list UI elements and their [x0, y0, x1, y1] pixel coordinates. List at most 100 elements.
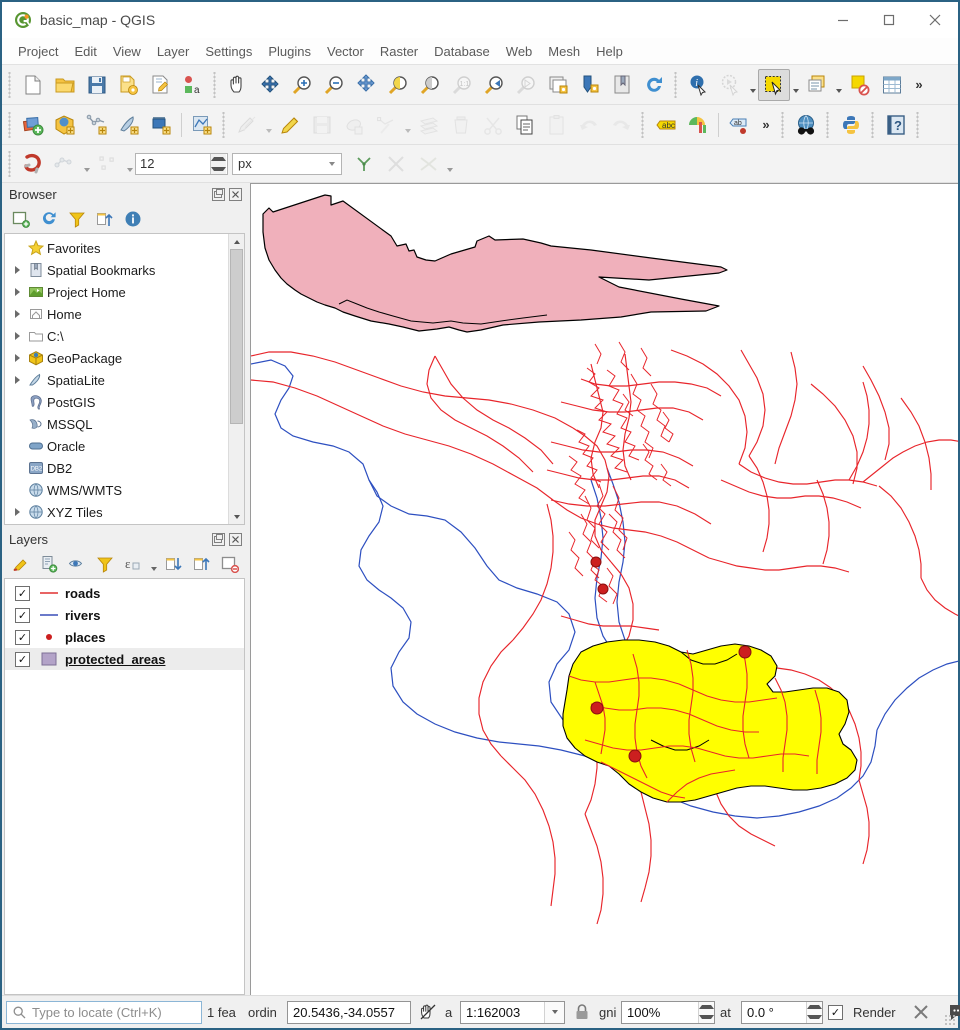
current-edits-icon[interactable] [231, 109, 263, 141]
expander[interactable] [9, 266, 25, 274]
select-value-icon[interactable] [801, 69, 833, 101]
rotation-up[interactable] [807, 1002, 822, 1013]
paste-features-icon[interactable] [541, 109, 573, 141]
deselect-features-icon[interactable] [844, 69, 876, 101]
help-contents-icon[interactable]: ? [880, 109, 912, 141]
browser-item-postgis[interactable]: PostGIS [5, 391, 228, 413]
open-attribute-table-icon[interactable] [876, 69, 908, 101]
self-snapping-dropdown[interactable] [444, 149, 455, 179]
snapping-tolerance-up[interactable] [211, 154, 226, 164]
toolbar-overflow-button[interactable]: » [908, 70, 930, 100]
stop-render-icon[interactable] [909, 1000, 933, 1024]
show-bookmarks-icon[interactable] [606, 69, 638, 101]
expander[interactable] [9, 376, 25, 384]
toolbar-handle[interactable] [212, 72, 219, 98]
browser-item-wms-wmts[interactable]: WMS/WMTS [5, 479, 228, 501]
layer-visibility-checkbox[interactable]: ✓ [15, 608, 30, 623]
metasearch-icon[interactable] [790, 109, 822, 141]
manage-visibility-icon[interactable] [64, 551, 90, 577]
scrollbar-thumb[interactable] [230, 249, 243, 424]
copy-features-icon[interactable] [509, 109, 541, 141]
expression-filter-icon[interactable]: ε [120, 551, 146, 577]
zoom-out-icon[interactable] [318, 69, 350, 101]
layers-close-button[interactable] [228, 532, 243, 547]
browser-scrollbar[interactable] [228, 234, 244, 524]
zoom-in-icon[interactable] [286, 69, 318, 101]
label-annotation-icon[interactable]: ab [723, 109, 755, 141]
snapping-tolerance-stepper[interactable] [135, 153, 228, 175]
run-feature-action-icon[interactable] [715, 69, 747, 101]
refresh-icon[interactable] [36, 206, 62, 232]
browser-item-spatialite[interactable]: SpatiaLite [5, 369, 228, 391]
toolbar-handle[interactable] [825, 112, 832, 138]
zoom-last-icon[interactable] [478, 69, 510, 101]
toolbar-handle[interactable] [640, 112, 647, 138]
layer-visibility-checkbox[interactable]: ✓ [15, 586, 30, 601]
browser-close-button[interactable] [228, 187, 243, 202]
current-edits-dropdown[interactable] [263, 110, 274, 140]
render-checkbox[interactable]: ✓ [828, 1005, 843, 1020]
python-console-icon[interactable] [835, 109, 867, 141]
undo-icon[interactable] [573, 109, 605, 141]
style-manager-icon[interactable]: a [177, 69, 209, 101]
map-canvas[interactable] [250, 183, 958, 995]
snapping-mode-dropdown[interactable] [81, 149, 92, 179]
magnifier-spin-buttons[interactable] [698, 1002, 714, 1023]
add-mssql-layer-icon[interactable] [145, 109, 177, 141]
save-layer-edits-icon[interactable] [306, 109, 338, 141]
vertex-tool-dropdown[interactable] [402, 110, 413, 140]
browser-item-spatial-bookmarks[interactable]: Spatial Bookmarks [5, 259, 228, 281]
expression-filter-dropdown[interactable] [148, 552, 159, 576]
topological-editing-icon[interactable] [348, 148, 380, 180]
pan-map-icon[interactable] [222, 69, 254, 101]
select-features-icon[interactable] [758, 69, 790, 101]
new-shapefile-layer-icon[interactable] [186, 109, 218, 141]
add-vector-layer-icon[interactable] [17, 109, 49, 141]
pan-to-selection-icon[interactable] [254, 69, 286, 101]
save-project-icon[interactable] [81, 69, 113, 101]
browser-item-xyz-tiles[interactable]: XYZ Tiles [5, 501, 228, 523]
toolbar-handle[interactable] [7, 112, 14, 138]
avoid-overlap-icon[interactable] [380, 148, 412, 180]
open-layer-styling-icon[interactable] [8, 551, 34, 577]
filter-browser-icon[interactable] [64, 206, 90, 232]
layer-row-rivers[interactable]: ✓ rivers [5, 604, 244, 626]
browser-item-db2[interactable]: DB2 DB2 [5, 457, 228, 479]
menu-edit[interactable]: Edit [66, 41, 104, 62]
toolbar-handle[interactable] [7, 72, 14, 98]
scroll-down-icon[interactable] [229, 509, 244, 524]
new-3d-map-view-icon[interactable] [574, 69, 606, 101]
snapping-tolerance-spin-buttons[interactable] [210, 154, 226, 174]
layers-tree[interactable]: ✓ roads ✓ rivers ✓ [4, 578, 245, 995]
locator-bar[interactable]: Type to locate (Ctrl+K) [6, 1001, 202, 1024]
menu-project[interactable]: Project [10, 41, 66, 62]
rotation-down[interactable] [807, 1012, 822, 1023]
layer-row-protected-areas[interactable]: ✓ protected_areas [5, 648, 244, 670]
menu-view[interactable]: View [105, 41, 149, 62]
expander[interactable] [9, 288, 25, 296]
expander[interactable] [9, 354, 25, 362]
toolbar-handle[interactable] [221, 112, 228, 138]
cut-features-icon[interactable] [477, 109, 509, 141]
resize-grip[interactable] [944, 1014, 956, 1026]
menu-layer[interactable]: Layer [149, 41, 198, 62]
minimize-button[interactable] [820, 2, 866, 38]
browser-item-mssql[interactable]: MSSQL [5, 413, 228, 435]
scrollbar-thumb[interactable] [7, 994, 20, 995]
add-feature-icon[interactable] [338, 109, 370, 141]
new-map-view-icon[interactable] [542, 69, 574, 101]
toolbar-handle[interactable] [7, 151, 14, 177]
snapping-type-icon[interactable] [92, 148, 124, 180]
collapse-all-icon[interactable] [189, 551, 215, 577]
self-snapping-icon[interactable] [412, 148, 444, 180]
browser-item-favorites[interactable]: Favorites [5, 237, 228, 259]
toolbar-overflow-button-2[interactable]: » [755, 110, 777, 140]
menu-database[interactable]: Database [426, 41, 498, 62]
magnifier-down[interactable] [699, 1012, 714, 1023]
toolbar-handle[interactable] [780, 112, 787, 138]
browser-tree[interactable]: Favorites Spatial Bookmarks [4, 233, 245, 525]
add-spatialite-layer-icon[interactable] [113, 109, 145, 141]
expander[interactable] [9, 508, 25, 516]
snapping-type-dropdown[interactable] [124, 149, 135, 179]
menu-web[interactable]: Web [498, 41, 541, 62]
